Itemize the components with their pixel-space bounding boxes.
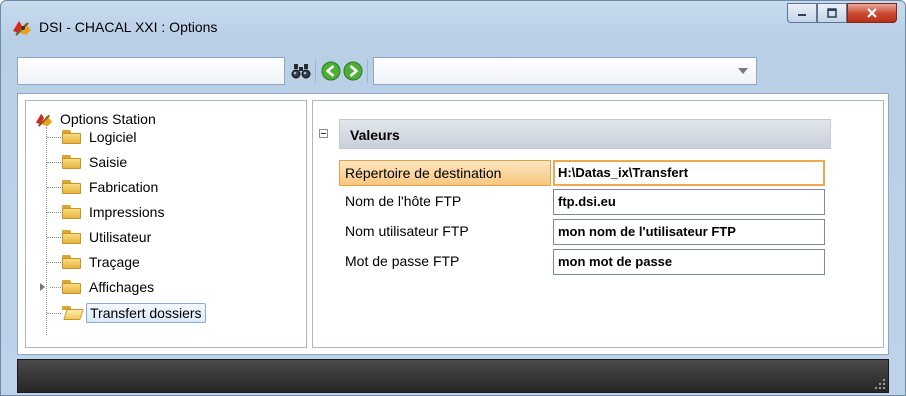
minimize-button[interactable]	[787, 3, 817, 23]
tree-connector	[47, 212, 61, 213]
tree-connector	[47, 313, 61, 314]
tree-root[interactable]: Options Station	[34, 109, 156, 129]
property-name[interactable]: Mot de passe FTP	[339, 249, 551, 275]
open-folder-icon	[62, 305, 84, 321]
window-title: DSI - CHACAL XXI : Options	[39, 19, 218, 35]
property-row-destination: Répertoire de destination H:\Datas_ix\Tr…	[339, 160, 825, 186]
tree-item-impressions[interactable]: Impressions	[62, 202, 167, 222]
close-icon	[867, 8, 877, 18]
tree-connector	[47, 237, 61, 238]
tree-connector	[50, 287, 61, 288]
app-logo-icon	[11, 17, 33, 37]
property-name[interactable]: Répertoire de destination	[339, 160, 551, 186]
forward-arrow-icon[interactable]	[343, 61, 363, 81]
options-tree[interactable]: Options Station Logiciel Saisie Fabricat…	[25, 100, 307, 348]
resize-grip-icon[interactable]	[874, 378, 886, 390]
folder-icon	[62, 279, 82, 295]
maximize-icon	[827, 8, 837, 18]
category-header[interactable]: Valeurs	[339, 119, 831, 149]
tree-item-label: Affichages	[89, 279, 155, 295]
tree-connector	[47, 187, 61, 188]
tree-item-label: Utilisateur	[89, 229, 152, 245]
toolbar-separator	[315, 59, 316, 83]
tree-item-transfert-dossiers[interactable]: Transfert dossiers	[62, 303, 206, 323]
property-value-ftp-password[interactable]: mon mot de passe	[553, 249, 825, 275]
tree-item-label: Traçage	[89, 254, 140, 270]
folder-icon	[62, 204, 82, 220]
property-row-ftp-user: Nom utilisateur FTP mon nom de l'utilisa…	[339, 219, 825, 245]
title-bar[interactable]: DSI - CHACAL XXI : Options	[1, 1, 905, 51]
property-value-destination[interactable]: H:\Datas_ix\Transfert	[553, 160, 825, 186]
collapse-icon[interactable]	[319, 129, 328, 138]
minimize-icon	[798, 14, 806, 16]
tree-connector	[47, 162, 61, 163]
tree-item-label: Logiciel	[89, 129, 137, 145]
tree-connector	[47, 262, 61, 263]
folder-icon	[62, 179, 82, 195]
toolbar	[17, 55, 887, 87]
tree-item-logiciel[interactable]: Logiciel	[62, 127, 139, 147]
tree-connector	[47, 137, 61, 138]
tree-item-label: Transfert dossiers	[86, 303, 206, 323]
category-label: Valeurs	[350, 127, 400, 143]
tree-item-label: Impressions	[89, 204, 165, 220]
tree-connector	[46, 127, 47, 335]
property-row-ftp-password: Mot de passe FTP mon mot de passe	[339, 249, 825, 275]
chevron-down-icon[interactable]	[738, 68, 748, 74]
property-value-ftp-host[interactable]: ftp.dsi.eu	[553, 189, 825, 215]
options-window: DSI - CHACAL XXI : Options Options Stati…	[0, 0, 906, 396]
back-arrow-icon[interactable]	[321, 61, 341, 81]
tree-root-label: Options Station	[60, 111, 156, 127]
content-area: Options Station Logiciel Saisie Fabricat…	[17, 93, 889, 355]
caption-buttons	[787, 3, 897, 23]
property-row-ftp-host: Nom de l'hôte FTP ftp.dsi.eu	[339, 189, 825, 215]
property-name[interactable]: Nom de l'hôte FTP	[339, 189, 551, 215]
tree-item-utilisateur[interactable]: Utilisateur	[62, 227, 154, 247]
status-bar	[17, 359, 889, 393]
binoculars-icon[interactable]	[291, 61, 311, 81]
folder-icon	[62, 129, 82, 145]
folder-icon	[62, 154, 82, 170]
category-valeurs: Valeurs	[319, 119, 831, 149]
maximize-button[interactable]	[817, 3, 847, 23]
property-value-ftp-user[interactable]: mon nom de l'utilisateur FTP	[553, 219, 825, 245]
folder-icon	[62, 229, 82, 245]
toolbar-separator	[367, 59, 368, 83]
search-input[interactable]	[17, 57, 285, 85]
tree-item-label: Fabrication	[89, 179, 159, 195]
close-button[interactable]	[847, 3, 897, 23]
tree-item-label: Saisie	[89, 154, 128, 170]
property-grid: Valeurs Répertoire de destination H:\Dat…	[312, 100, 884, 348]
navigation-combo[interactable]	[373, 57, 757, 85]
app-logo-icon	[35, 113, 53, 127]
tree-item-saisie[interactable]: Saisie	[62, 152, 130, 172]
expand-arrow-icon[interactable]	[40, 283, 45, 291]
tree-item-fabrication[interactable]: Fabrication	[62, 177, 161, 197]
folder-icon	[62, 254, 82, 270]
tree-item-affichages[interactable]: Affichages	[62, 277, 157, 297]
tree-item-tracage[interactable]: Traçage	[62, 252, 143, 272]
property-name[interactable]: Nom utilisateur FTP	[339, 219, 551, 245]
